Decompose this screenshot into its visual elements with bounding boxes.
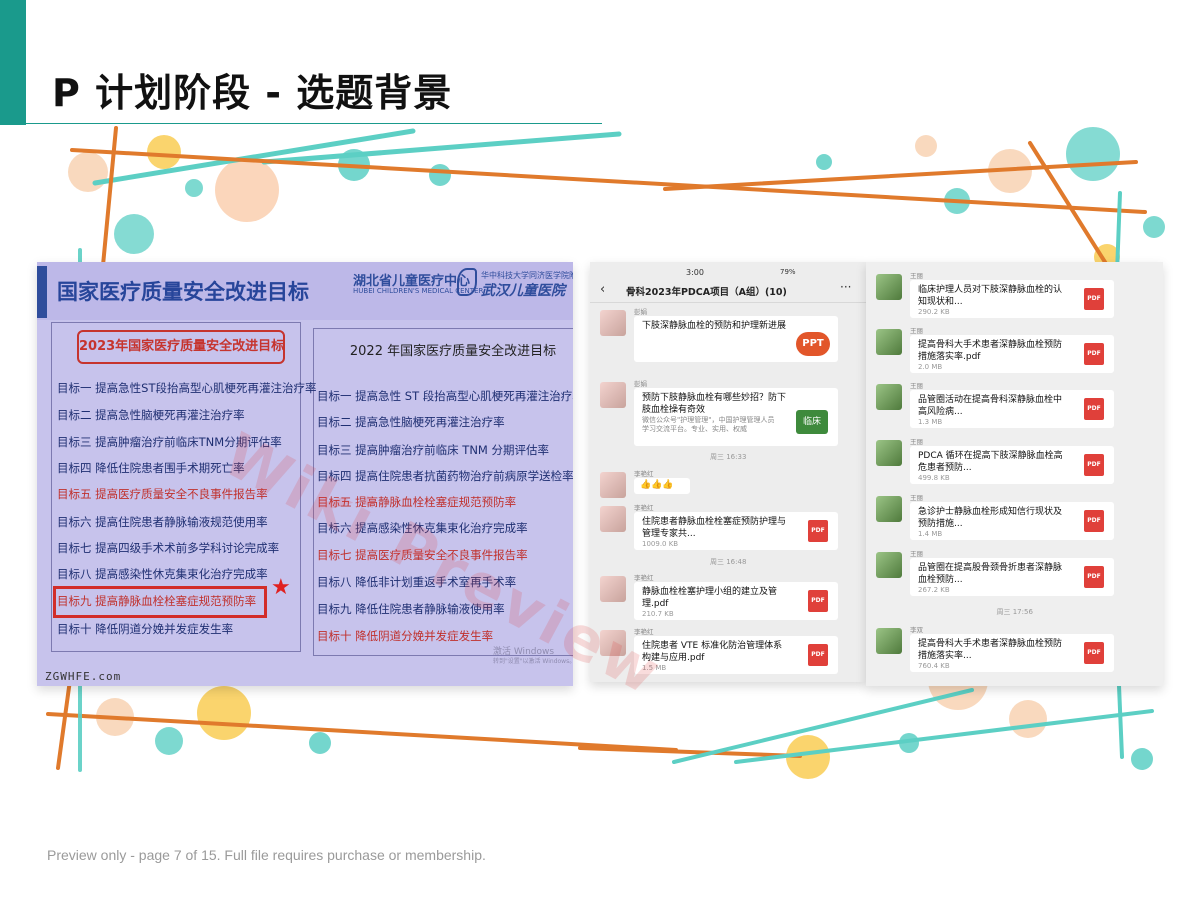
site-watermark: ZGWHFE.com [45, 670, 122, 683]
preview-footer: Preview only - page 7 of 15. Full file r… [47, 847, 486, 863]
avatar[interactable] [600, 310, 626, 336]
pdf-icon: PDF [808, 520, 828, 542]
goal-2022-item: 目标二 提高急性脑梗死再灌注治疗率 [317, 415, 505, 429]
sender-name: 李双 [910, 626, 923, 634]
goals-2022-heading: 2022 年国家医疗质量安全改进目标 [349, 344, 557, 359]
file-size: 210.7 KB [642, 610, 674, 618]
file-title: 预防下肢静脉血栓有哪些妙招？防下肢血栓操有奇效 [642, 393, 787, 415]
sender-name: 彭娟 [634, 308, 647, 316]
status-battery: 79% [780, 268, 796, 276]
file-title: 品管圈在提高股骨颈骨折患者深静脉血栓预防... [918, 563, 1063, 585]
file-title: 临床护理人员对下肢深静脉血栓的认知现状和... [918, 285, 1063, 307]
pdf-icon: PDF [1084, 398, 1104, 420]
sender-name: 李艳红 [634, 504, 654, 512]
sender-name: 王丽 [910, 494, 923, 502]
goal-2023-item: 目标一 提高急性ST段抬高型心肌梗死再灌注治疗率 [57, 381, 317, 395]
file-title: 提高骨科大手术患者深静脉血栓预防措施落实率... [918, 639, 1063, 661]
hospital-logo-icon [457, 268, 477, 296]
file-title: 急诊护士静脉血栓形成知信行现状及预防措施... [918, 507, 1063, 529]
sender-name: 王丽 [910, 550, 923, 558]
photo-title: 国家医疗质量安全改进目标 [57, 280, 309, 304]
file-title: 静脉血栓栓塞护理小组的建立及管理.pdf [642, 587, 778, 609]
hospital-logo-name: 武汉儿童医院 [481, 283, 565, 299]
file-size: 760.4 KB [918, 662, 950, 670]
pdf-icon: PDF [1084, 642, 1104, 664]
pdf-icon: PDF [1084, 343, 1104, 365]
goal-2023-item: 目标六 提高住院患者静脉输液规范使用率 [57, 515, 268, 529]
file-size: 2.0 MB [918, 363, 943, 371]
file-size: 1009.0 KB [642, 540, 679, 548]
goals-2023-heading: 2023年国家医疗质量安全改进目标 [77, 330, 285, 364]
file-title: 下肢深静脉血栓的预防和护理新进展 [642, 321, 787, 331]
goal-2023-item: 目标七 提高四级手术术前多学科讨论完成率 [57, 541, 280, 555]
file-title: 住院患者静脉血栓栓塞症预防护理与管理专家共... [642, 517, 787, 539]
goal-2023-item: 目标八 提高感染性休克集束化治疗完成率 [57, 567, 268, 581]
file-title: PDCA 循环在提高下肢深静脉血栓高危患者预防... [918, 451, 1063, 473]
article-thumbnail-icon: 临床 [796, 410, 828, 434]
pdf-icon: PDF [808, 590, 828, 612]
avatar[interactable] [876, 440, 902, 466]
ppt-icon: PPT [796, 332, 830, 356]
status-time: 3:00 [686, 268, 704, 277]
goal-2022-item: 目标一 提高急性 ST 段抬高型心肌梗死再灌注治疗率 [317, 389, 573, 403]
thumbs-up-icon: 👍👍👍 [640, 480, 674, 490]
avatar[interactable] [876, 274, 902, 300]
sender-name: 王丽 [910, 327, 923, 335]
avatar[interactable] [876, 384, 902, 410]
back-icon[interactable]: ‹ [600, 282, 605, 297]
sender-name: 王丽 [910, 438, 923, 446]
photo-header-accent [37, 266, 47, 318]
sender-name: 王丽 [910, 382, 923, 390]
chat-header-divider [590, 302, 866, 303]
goal-2022-item: 目标三 提高肿瘤治疗前临床 TNM 分期评估率 [317, 443, 550, 457]
chat-screenshot-files: 王丽 临床护理人员对下肢深静脉血栓的认知现状和... 290.2 KB PDF 王丽 提高… [866, 262, 1163, 686]
goal-2022-item: 目标十 降低阴道分娩并发症发生率 [317, 629, 494, 643]
avatar[interactable] [876, 552, 902, 578]
avatar[interactable] [876, 496, 902, 522]
avatar[interactable] [600, 506, 626, 532]
sender-name: 彭娟 [634, 380, 647, 388]
avatar[interactable] [600, 576, 626, 602]
file-size: 267.2 KB [918, 586, 950, 594]
pdf-icon: PDF [1084, 288, 1104, 310]
star-icon: ★ [271, 575, 291, 600]
avatar[interactable] [876, 628, 902, 654]
file-size: 290.2 KB [918, 308, 950, 316]
avatar[interactable] [600, 382, 626, 408]
sender-name: 李艳红 [634, 574, 654, 582]
avatar[interactable] [600, 472, 626, 498]
pdf-icon: PDF [1084, 566, 1104, 588]
pdf-icon: PDF [1084, 510, 1104, 532]
more-icon[interactable]: ··· [840, 280, 851, 294]
pdf-icon: PDF [808, 644, 828, 666]
sender-name: 王丽 [910, 272, 923, 280]
file-title: 品管圈活动在提高骨科深静脉血栓中高风险病... [918, 395, 1063, 417]
chat-group-title: 骨科2023年PDCA项目（A组）(10) [626, 287, 787, 298]
avatar[interactable] [876, 329, 902, 355]
goal-2023-item: 目标十 降低阴道分娩并发症发生率 [57, 622, 234, 636]
file-size: 499.8 KB [918, 474, 950, 482]
chat-timestamp: 周三 16:33 [710, 453, 747, 461]
file-size: 1.3 MB [918, 418, 943, 426]
file-size: 1.4 MB [918, 530, 943, 538]
chat-timestamp: 周三 17:56 [996, 608, 1033, 616]
chat-screenshot-group: 3:00 79% ‹ 骨科2023年PDCA项目（A组）(10) ··· 彭娟下… [590, 262, 866, 682]
pdf-icon: PDF [1084, 454, 1104, 476]
chat-timestamp: 周三 16:48 [710, 558, 747, 566]
article-summary: 微信公众号"护理管理"，中国护理管理人员学习交流平台。专业、实用、权威 [642, 416, 775, 433]
goal-2023-item: 目标二 提高急性脑梗死再灌注治疗率 [57, 408, 245, 422]
sender-name: 李艳红 [634, 470, 654, 478]
highlighted-goal-box [53, 586, 267, 618]
file-title: 提高骨科大手术患者深静脉血栓预防措施落实率.pdf [918, 340, 1063, 362]
